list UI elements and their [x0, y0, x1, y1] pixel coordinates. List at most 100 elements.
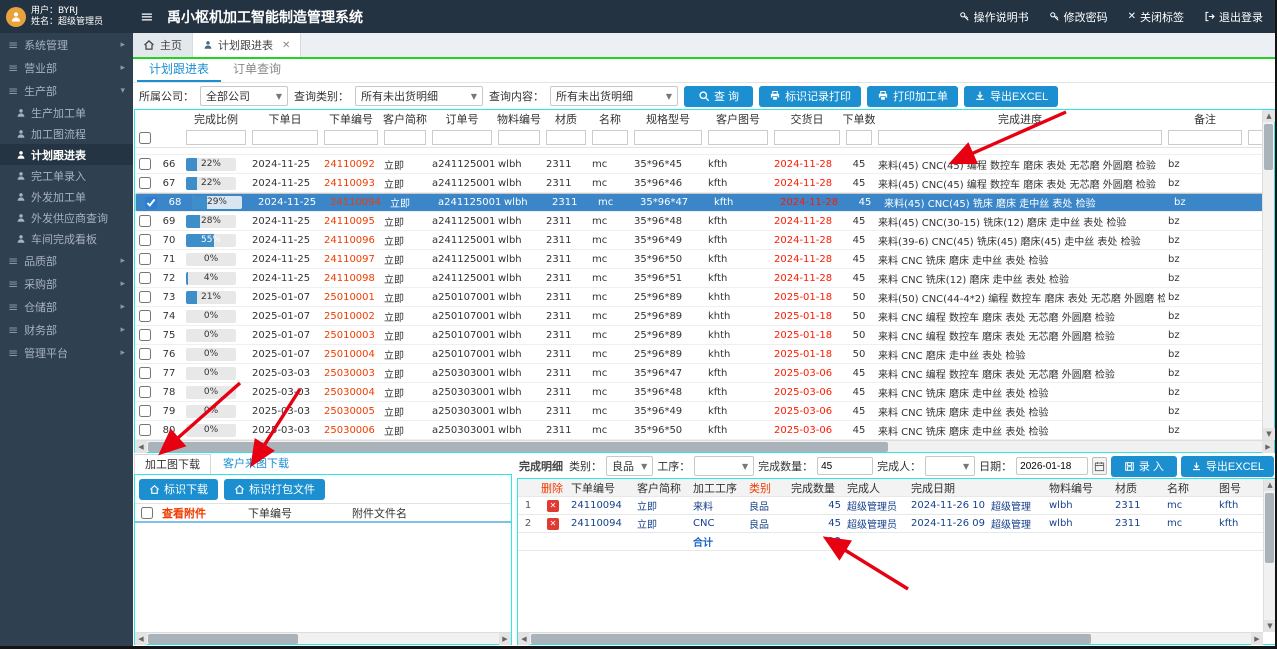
- table-row[interactable]: 750%2025-01-0725010003立即a250107001wlbh23…: [135, 326, 1262, 345]
- order-number-link[interactable]: 24110095: [321, 212, 381, 230]
- scrollbar-thumb[interactable]: [148, 442, 888, 452]
- column-header[interactable]: 物料编号: [495, 110, 543, 128]
- horizontal-scrollbar[interactable]: ◀ ▶: [135, 632, 511, 644]
- menu-toggle-icon[interactable]: ≡: [133, 7, 161, 26]
- search-button[interactable]: 查 询: [684, 86, 753, 107]
- select-all-checkbox[interactable]: [139, 132, 151, 144]
- table-row[interactable]: 724%2024-11-2524110098立即a241125001wlbh23…: [135, 269, 1262, 288]
- column-header[interactable]: 下单编号: [321, 110, 381, 128]
- filter-input[interactable]: [252, 130, 318, 145]
- order-number-link[interactable]: 24110092: [321, 155, 381, 173]
- filter-input[interactable]: [1248, 130, 1262, 145]
- filter-input[interactable]: [324, 130, 378, 145]
- row-checkbox[interactable]: [139, 177, 151, 189]
- row-checkbox[interactable]: [139, 386, 151, 398]
- print-label-record-button[interactable]: 标识记录打印: [759, 86, 861, 107]
- category-select[interactable]: 良品▼: [606, 456, 653, 476]
- filter-input[interactable]: [432, 130, 492, 145]
- order-number-link[interactable]: 25030004: [321, 383, 381, 401]
- row-checkbox[interactable]: [139, 158, 151, 170]
- sidebar-group[interactable]: ≡品质部▸: [0, 249, 133, 272]
- scroll-left-icon[interactable]: ◀: [518, 633, 530, 645]
- close-tab-icon[interactable]: ✕: [282, 40, 290, 51]
- column-header[interactable]: 客户简称: [381, 110, 429, 128]
- table-row[interactable]: 7321%2025-01-0725010001立即a250107001wlbh2…: [135, 288, 1262, 307]
- table-row[interactable]: 710%2024-11-2524110097立即a241125001wlbh23…: [135, 250, 1262, 269]
- filter-input[interactable]: [1168, 130, 1242, 145]
- close-tabs-action[interactable]: ✕关闭标签: [1128, 9, 1184, 25]
- order-number-link[interactable]: 25010002: [321, 307, 381, 325]
- table-row[interactable]: 6722%2024-11-2524110093立即a241125001wlbh2…: [135, 174, 1262, 193]
- scrollbar-thumb[interactable]: [1264, 124, 1273, 170]
- manual-action[interactable]: 操作说明书: [959, 9, 1029, 25]
- order-number-link[interactable]: 24110093: [321, 174, 381, 192]
- sidebar-item[interactable]: 生产加工单: [0, 102, 133, 123]
- row-checkbox[interactable]: [139, 272, 151, 284]
- enter-button[interactable]: 录 入: [1111, 456, 1177, 477]
- order-number-link[interactable]: 25030005: [321, 402, 381, 420]
- sidebar-item[interactable]: 计划跟进表: [0, 144, 133, 165]
- column-header[interactable]: 完成进度: [875, 110, 1165, 128]
- delete-button[interactable]: ✕: [547, 500, 559, 512]
- row-checkbox[interactable]: [139, 348, 151, 360]
- sidebar-item[interactable]: 车间完成看板: [0, 228, 133, 249]
- column-header[interactable]: 完成比例: [183, 110, 249, 128]
- column-header[interactable]: 规格型号: [631, 110, 705, 128]
- table-row[interactable]: 740%2025-01-0725010002立即a250107001wlbh23…: [135, 307, 1262, 326]
- print-work-order-button[interactable]: 打印加工单: [867, 86, 958, 107]
- table-row[interactable]: 790%2025-03-0325030005立即a250303001wlbh23…: [135, 402, 1262, 421]
- row-checkbox[interactable]: [139, 215, 151, 227]
- table-row[interactable]: 2✕24110094立即CNC良品45超级管理员2024-11-26 09超级管…: [518, 515, 1263, 533]
- filter-input[interactable]: [546, 130, 586, 145]
- row-checkbox[interactable]: [139, 405, 151, 417]
- row-checkbox[interactable]: [139, 253, 151, 265]
- row-checkbox[interactable]: [139, 291, 151, 303]
- export-excel-button[interactable]: 导出EXCEL: [964, 86, 1058, 107]
- horizontal-scrollbar[interactable]: ◀ ▶: [518, 632, 1263, 644]
- table-row[interactable]: 800%2025-03-0325030006立即a250303001wlbh23…: [135, 421, 1262, 440]
- logout-action[interactable]: 退出登录: [1204, 9, 1263, 25]
- label-download-button[interactable]: 标识下载: [139, 479, 218, 500]
- scrollbar-thumb[interactable]: [531, 634, 1091, 644]
- filter-input[interactable]: [634, 130, 702, 145]
- label-package-button[interactable]: 标识打包文件: [224, 479, 325, 500]
- filter-input[interactable]: [878, 130, 1162, 145]
- export-excel-button[interactable]: 导出EXCEL: [1181, 456, 1274, 477]
- quantity-input[interactable]: [817, 457, 873, 475]
- sidebar-item[interactable]: 外发加工单: [0, 186, 133, 207]
- filter-input[interactable]: [846, 130, 872, 145]
- table-row[interactable]: 6829%2024-11-2524110094立即a241125001wlbh2…: [135, 193, 1262, 212]
- date-input[interactable]: [1016, 457, 1088, 475]
- table-row[interactable]: 6622%2024-11-2524110092立即a241125001wlbh2…: [135, 155, 1262, 174]
- table-row[interactable]: 7055%2024-11-2524110096立即a241125001wlbh2…: [135, 231, 1262, 250]
- column-header[interactable]: 材质: [543, 110, 589, 128]
- row-checkbox[interactable]: [139, 234, 151, 246]
- scroll-right-icon[interactable]: ▶: [1251, 633, 1263, 645]
- sidebar-group[interactable]: ≡财务部▸: [0, 318, 133, 341]
- column-header[interactable]: 备注: [1165, 110, 1245, 128]
- scroll-left-icon[interactable]: ◀: [135, 633, 147, 645]
- table-row[interactable]: 650%2024-11-2124110091电力a241121002wlbh23…: [135, 148, 1262, 155]
- filter-input[interactable]: [592, 130, 628, 145]
- row-checkbox[interactable]: [139, 424, 151, 436]
- category-select[interactable]: 所有未出货明细▼: [355, 86, 483, 106]
- order-number-link[interactable]: 24110098: [321, 269, 381, 287]
- content-select[interactable]: 所有未出货明细▼: [550, 86, 678, 106]
- filter-input[interactable]: [384, 130, 426, 145]
- table-row[interactable]: 780%2025-03-0325030004立即a250303001wlbh23…: [135, 383, 1262, 402]
- row-checkbox[interactable]: [139, 329, 151, 341]
- tab[interactable]: 主页: [133, 33, 193, 57]
- sidebar-group[interactable]: ≡仓储部▸: [0, 295, 133, 318]
- sidebar-group[interactable]: ≡系统管理▸: [0, 33, 133, 56]
- download-tab[interactable]: 客户来图下载: [213, 454, 299, 474]
- table-row[interactable]: 770%2025-03-0325030003立即a250303001wlbh23…: [135, 364, 1262, 383]
- row-checkbox[interactable]: [139, 310, 151, 322]
- order-number-link[interactable]: 25010003: [321, 326, 381, 344]
- column-header[interactable]: 已: [1245, 110, 1262, 128]
- row-checkbox[interactable]: [139, 367, 151, 379]
- order-number-link[interactable]: 24110094: [327, 194, 387, 211]
- sidebar-group[interactable]: ≡生产部▾: [0, 79, 133, 102]
- column-header[interactable]: 客户图号: [705, 110, 771, 128]
- scroll-up-icon[interactable]: ▲: [1263, 110, 1275, 122]
- sidebar-item[interactable]: 外发供应商查询: [0, 207, 133, 228]
